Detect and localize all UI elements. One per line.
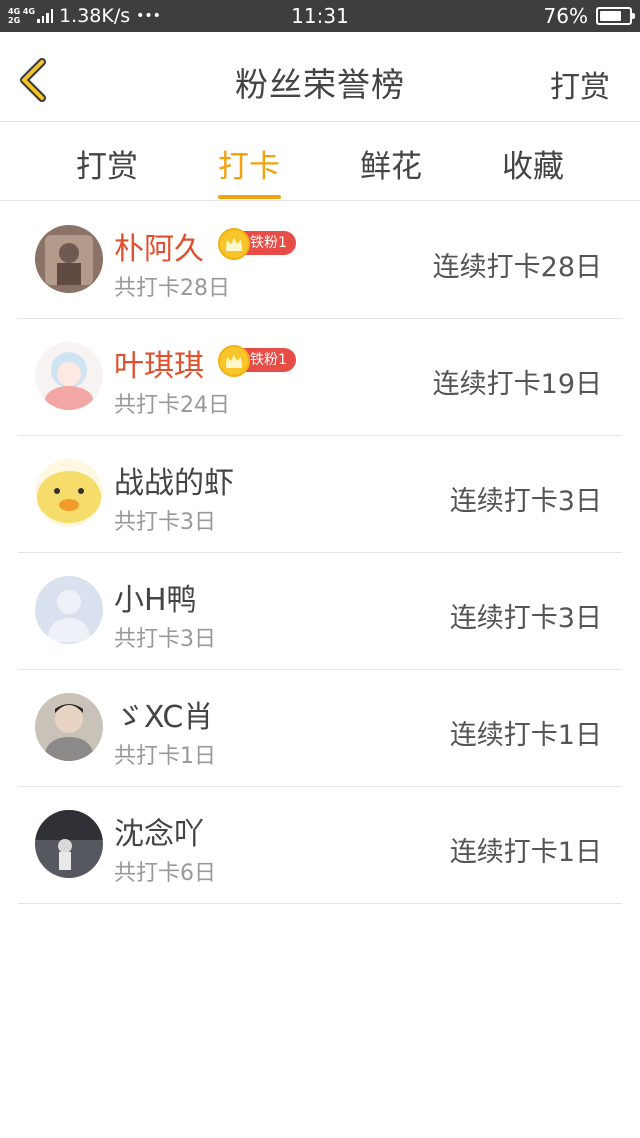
user-name: 朴阿久 — [114, 232, 204, 267]
streak-days: 连续打卡1日 — [449, 720, 602, 751]
total-checkins: 共打卡3日 — [114, 510, 216, 535]
clock: 11:31 — [291, 4, 349, 28]
battery-percent: 76% — [543, 4, 588, 28]
total-checkins: 共打卡24日 — [114, 393, 230, 418]
crown-icon — [218, 228, 250, 260]
list-item[interactable]: 战战的虾 共打卡3日 连续打卡3日 — [18, 436, 622, 553]
streak-days: 连续打卡28日 — [432, 252, 602, 283]
page-title: 粉丝荣誉榜 — [235, 65, 405, 104]
streak-days: 连续打卡1日 — [449, 837, 602, 868]
fan-badge: 铁粉1 — [218, 345, 296, 377]
avatar — [35, 693, 103, 761]
more-dots: ••• — [136, 8, 161, 24]
total-checkins: 共打卡6日 — [114, 861, 216, 886]
signal-icon: 4G 4G 2G — [8, 7, 54, 25]
avatar — [35, 810, 103, 878]
avatar — [35, 459, 103, 527]
list-item[interactable]: 叶琪琪 铁粉1 共打卡24日 连续打卡19日 — [18, 319, 622, 436]
network-type-top: 4G 4G — [8, 7, 36, 16]
streak-days: 连续打卡3日 — [449, 486, 602, 517]
total-checkins: 共打卡28日 — [114, 276, 230, 301]
tab-checkin[interactable]: 打卡 — [199, 141, 299, 186]
active-tab-indicator — [218, 195, 281, 199]
list-item[interactable]: 小H鸭 共打卡3日 连续打卡3日 — [18, 553, 622, 670]
fan-badge: 铁粉1 — [218, 228, 296, 260]
streak-days: 连续打卡3日 — [449, 603, 602, 634]
list-item[interactable]: 沈念吖 共打卡6日 连续打卡1日 — [18, 787, 622, 904]
user-name: 叶琪琪 — [114, 349, 204, 384]
avatar — [35, 342, 103, 410]
crown-icon — [218, 345, 250, 377]
tab-favorites[interactable]: 收藏 — [483, 141, 583, 186]
tab-flowers[interactable]: 鲜花 — [341, 141, 441, 186]
user-name: 小H鸭 — [114, 583, 197, 618]
avatar — [35, 225, 103, 293]
user-name: ゞXC肖 — [114, 700, 214, 735]
list-item[interactable]: ゞXC肖 共打卡1日 连续打卡1日 — [18, 670, 622, 787]
reward-button[interactable]: 打赏 — [550, 62, 610, 106]
network-type-bottom: 2G — [8, 16, 21, 25]
avatar — [35, 576, 103, 644]
streak-days: 连续打卡19日 — [432, 369, 602, 400]
battery-icon — [596, 7, 635, 25]
nav-header: 粉丝荣誉榜 打赏 — [0, 32, 640, 122]
user-name: 战战的虾 — [114, 466, 234, 501]
status-bar: 4G 4G 2G 1.38K/s ••• 11:31 76% — [0, 0, 640, 32]
tab-bar: 打赏 打卡 鲜花 收藏 — [0, 123, 640, 201]
user-name: 沈念吖 — [114, 817, 204, 852]
network-speed: 1.38K/s — [59, 5, 131, 27]
total-checkins: 共打卡3日 — [114, 627, 216, 652]
total-checkins: 共打卡1日 — [114, 744, 216, 769]
app-screen: 4G 4G 2G 1.38K/s ••• 11:31 76% 粉丝荣誉榜 打赏 … — [0, 0, 640, 1138]
ranking-list: 朴阿久 铁粉1 共打卡28日 连续打卡28日 叶琪琪 铁粉1 共打卡24日 连续… — [18, 202, 622, 904]
tab-reward[interactable]: 打赏 — [57, 141, 157, 186]
list-item[interactable]: 朴阿久 铁粉1 共打卡28日 连续打卡28日 — [18, 202, 622, 319]
